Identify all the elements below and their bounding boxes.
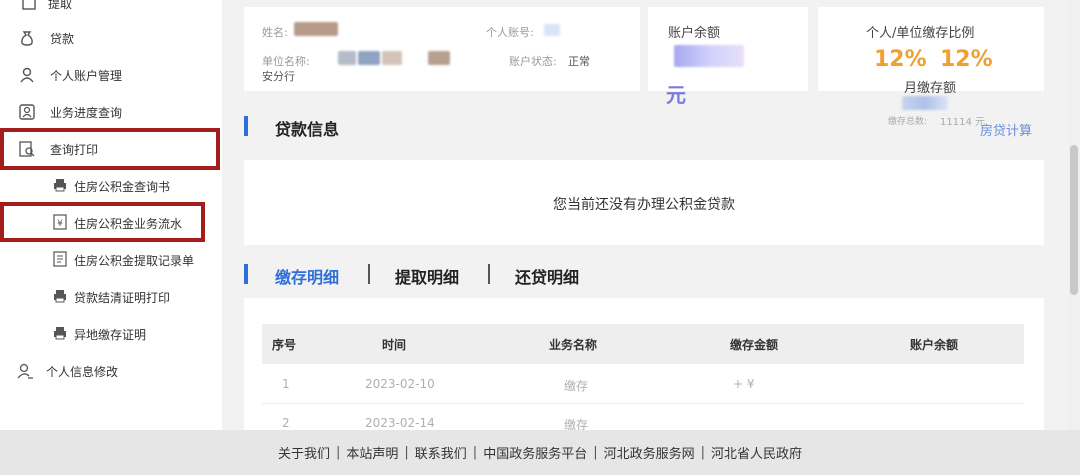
footer-link-statement[interactable]: 本站声明	[346, 443, 398, 462]
unit-name-label: 单位名称:	[262, 55, 310, 68]
sidebar-item-personal-account[interactable]: 个人账户管理	[0, 60, 222, 90]
scrollbar[interactable]	[1068, 0, 1080, 430]
unit-redacted-2	[358, 51, 380, 65]
total-deposit-label: 缴存总数:	[888, 117, 928, 127]
sidebar-item-label: 提取	[48, 0, 73, 11]
row-divider	[262, 403, 1024, 404]
sidebar-item-label: 住房公积金查询书	[74, 179, 171, 194]
account-number-redacted	[544, 24, 560, 36]
loan-section-title: 贷款信息	[275, 120, 340, 139]
sidebar-subitem-query-book[interactable]: 住房公积金查询书	[0, 171, 222, 201]
sidebar-item-withdraw[interactable]: 提取	[0, 0, 222, 18]
sidebar-item-label: 个人账户管理	[50, 68, 123, 83]
column-header: 业务名称	[549, 338, 598, 352]
footer-link-hebei-gov-service[interactable]: 河北政务服务网	[604, 443, 695, 462]
footer-link-hebei-gov[interactable]: 河北省人民政府	[711, 443, 802, 462]
balance-title: 账户余额	[668, 26, 721, 41]
account-status-value: 正常	[568, 55, 590, 68]
highlight-box-business-flow	[0, 202, 205, 242]
deposit-ratio-card: 个人/单位缴存比例 12% 12% 月缴存额	[818, 7, 1044, 96]
document-list-icon	[52, 251, 70, 269]
cell-index: 2	[282, 416, 290, 430]
sidebar-item-progress[interactable]: 业务进度查询	[0, 97, 222, 127]
section-marker	[244, 264, 248, 284]
column-header: 时间	[382, 338, 407, 352]
printer-icon	[52, 288, 70, 306]
printer-icon	[52, 325, 70, 343]
ratio-title: 个人/单位缴存比例	[866, 26, 975, 41]
progress-user-icon	[18, 103, 36, 121]
loan-info-card: 您当前还没有办理公积金贷款	[244, 160, 1044, 245]
highlight-box-query-print	[0, 128, 220, 170]
sidebar: 提取 贷款 个人账户管理 业务进度查询 查询打印 住房公积金查询书 ¥ 住房公积…	[0, 0, 223, 430]
cell-index: 1	[282, 377, 290, 391]
cell-business-name: 缴存	[564, 418, 589, 430]
unit-ratio: 12%	[940, 47, 993, 72]
name-redacted	[294, 22, 338, 36]
account-info-card: 姓名: 个人账号: 单位名称: 安分行 账户状态: 正常	[244, 7, 640, 91]
sidebar-item-label: 贷款结清证明打印	[74, 290, 171, 305]
sidebar-subitem-remote-deposit[interactable]: 异地缴存证明	[0, 319, 222, 349]
footer: 关于我们 | 本站声明 | 联系我们 | 中国政务服务平台 | 河北政务服务网 …	[0, 430, 1080, 475]
main-content: 姓名: 个人账号: 单位名称: 安分行 账户状态: 正常 账户余额 元 个人/单…	[222, 0, 1080, 430]
user-icon	[18, 66, 36, 84]
sidebar-item-label: 贷款	[50, 31, 75, 46]
unit-redacted-3	[382, 51, 402, 65]
cell-deposit-amount: + ¥	[733, 377, 755, 391]
account-status-label: 账户状态:	[509, 55, 557, 68]
personal-ratio: 12%	[874, 47, 927, 72]
total-deposit-value: 11114 元	[940, 117, 985, 128]
column-header: 账户余额	[910, 338, 959, 352]
cell-time: 2023-02-14	[365, 416, 435, 430]
no-loan-message: 您当前还没有办理公积金贷款	[553, 197, 735, 213]
table-header: 序号 时间 业务名称 缴存金额 账户余额	[262, 324, 1024, 364]
monthly-deposit-redacted	[902, 96, 948, 110]
sidebar-item-personal-info[interactable]: 个人信息修改	[0, 356, 222, 386]
unit-redacted-4	[428, 51, 450, 65]
sidebar-item-label: 个人信息修改	[46, 364, 119, 379]
user-edit-icon	[16, 362, 34, 380]
tab-repayment-detail[interactable]: 还贷明细	[515, 264, 579, 288]
deposit-table-card: 序号 时间 业务名称 缴存金额 账户余额 1 2023-02-10 缴存 + ¥…	[244, 298, 1044, 430]
printer-icon	[52, 177, 70, 195]
money-bag-icon	[18, 29, 36, 47]
tab-separator	[368, 264, 370, 284]
withdraw-icon	[20, 0, 38, 12]
sidebar-item-label: 异地缴存证明	[74, 327, 147, 342]
scrollbar-thumb[interactable]	[1070, 145, 1078, 295]
balance-unit: 元	[666, 83, 686, 107]
tab-withdraw-detail[interactable]: 提取明细	[395, 264, 459, 288]
balance-card: 账户余额 元	[648, 7, 808, 107]
tab-separator	[488, 264, 490, 284]
name-label: 姓名:	[262, 26, 288, 39]
footer-link-contact[interactable]: 联系我们	[415, 443, 467, 462]
tab-deposit-detail[interactable]: 缴存明细	[275, 264, 339, 288]
unit-redacted-1	[338, 51, 356, 65]
sidebar-item-label: 住房公积金提取记录单	[74, 253, 195, 268]
cell-time: 2023-02-10	[365, 377, 435, 391]
column-header: 序号	[272, 338, 297, 352]
cell-business-name: 缴存	[564, 379, 589, 393]
sidebar-subitem-loan-settlement[interactable]: 贷款结清证明打印	[0, 282, 222, 312]
section-marker	[244, 116, 248, 136]
sidebar-subitem-withdraw-record[interactable]: 住房公积金提取记录单	[0, 245, 222, 275]
unit-name-suffix: 安分行	[262, 70, 295, 83]
footer-link-about[interactable]: 关于我们	[278, 443, 330, 462]
account-number-label: 个人账号:	[486, 26, 534, 39]
balance-amount-redacted	[674, 45, 744, 67]
monthly-deposit-label: 月缴存额	[904, 81, 957, 96]
column-header: 缴存金额	[730, 338, 779, 352]
mortgage-calculator-link[interactable]: 房贷计算	[980, 120, 1032, 139]
footer-link-china-gov-service[interactable]: 中国政务服务平台	[483, 443, 587, 462]
sidebar-item-loan[interactable]: 贷款	[0, 23, 222, 53]
sidebar-item-label: 业务进度查询	[50, 105, 123, 120]
